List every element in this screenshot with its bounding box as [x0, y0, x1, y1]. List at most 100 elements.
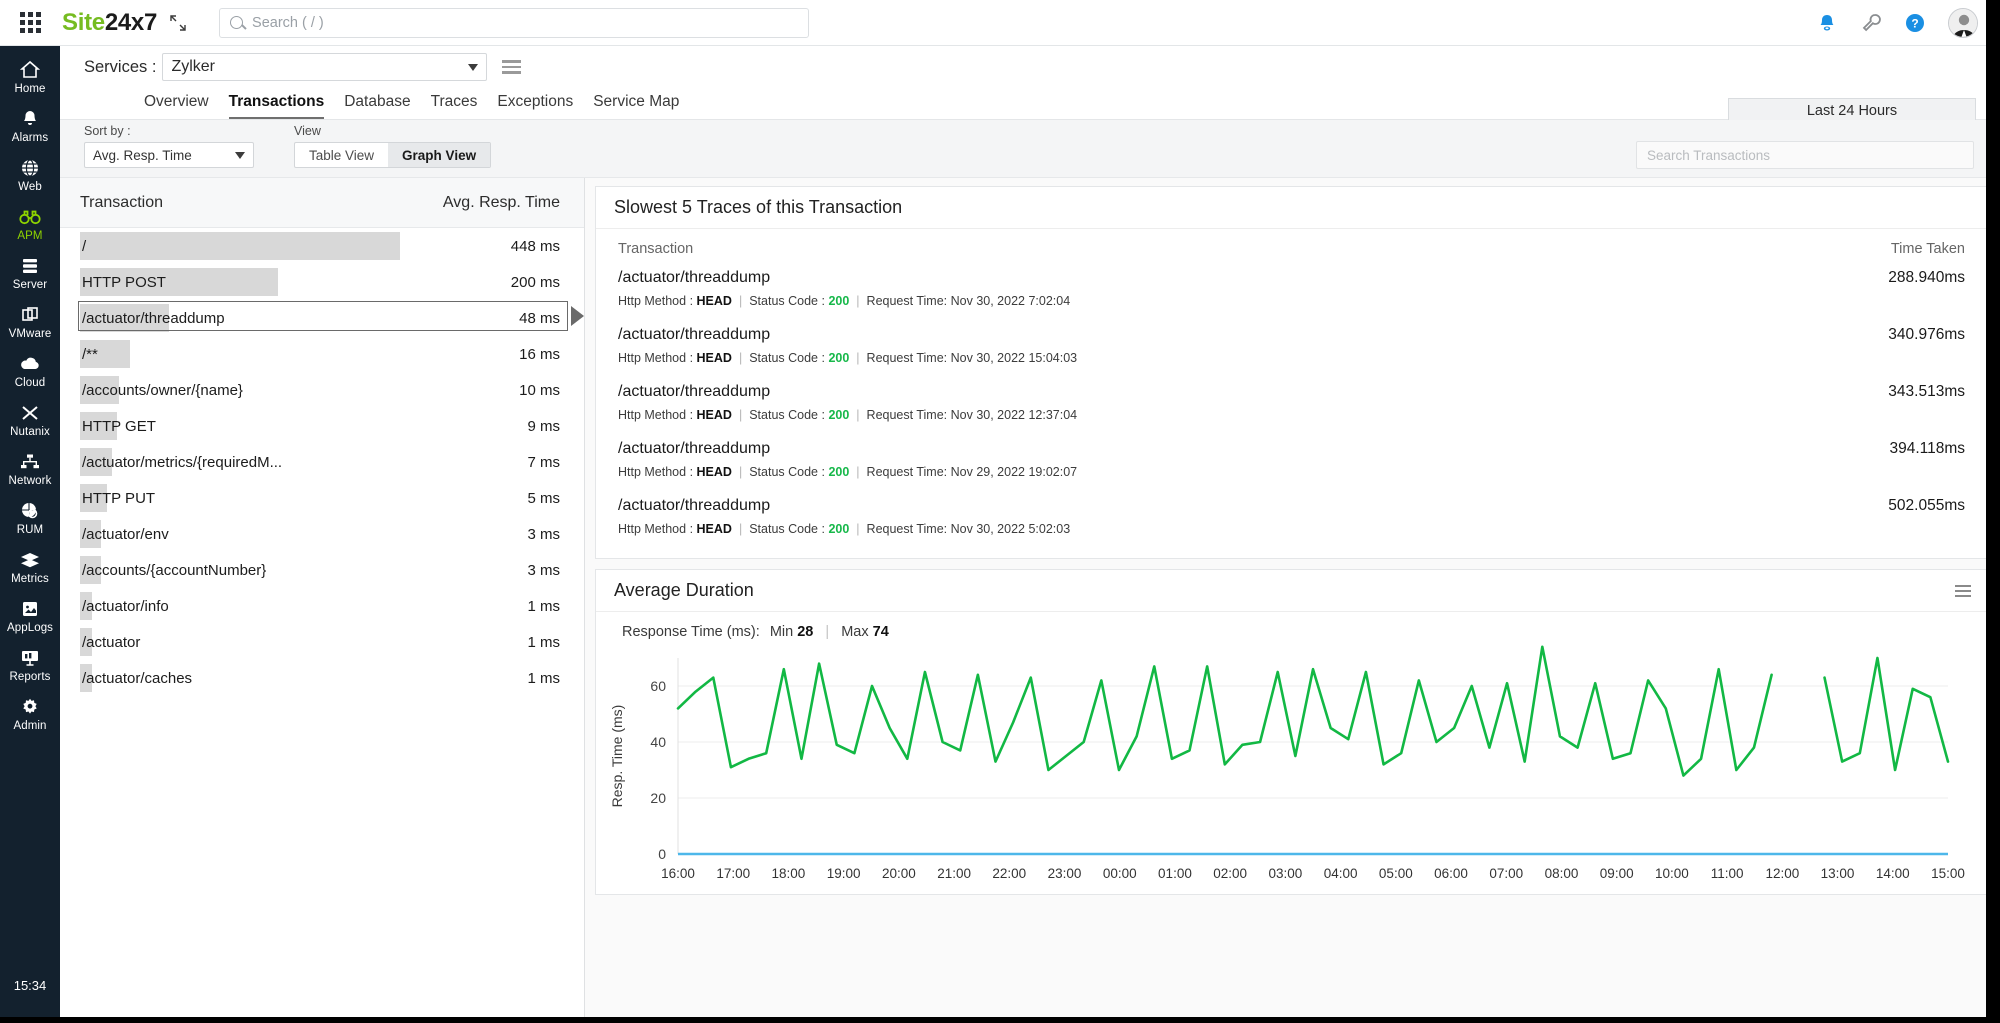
trace-method-value: HEAD: [697, 351, 732, 365]
transaction-row[interactable]: /448 ms: [60, 228, 584, 264]
chart-x-tick: 23:00: [1048, 866, 1082, 881]
transaction-value: 7 ms: [527, 454, 560, 471]
transactions-header: Transaction Avg. Resp. Time: [60, 178, 584, 228]
trace-name[interactable]: /actuator/threaddump: [618, 440, 770, 458]
trace-row[interactable]: /actuator/threaddump288.940msHttp Method…: [596, 259, 1989, 316]
transaction-row[interactable]: HTTP POST200 ms: [60, 264, 584, 300]
trace-name[interactable]: /actuator/threaddump: [618, 326, 770, 344]
trace-time-taken: 340.976ms: [1888, 326, 1965, 344]
transaction-value: 1 ms: [527, 634, 560, 651]
global-search[interactable]: [219, 8, 809, 38]
trace-row[interactable]: /actuator/threaddump502.055msHttp Method…: [596, 487, 1989, 544]
sidebar-item-nutanix[interactable]: Nutanix: [0, 395, 60, 444]
trace-row[interactable]: /actuator/threaddump343.513msHttp Method…: [596, 373, 1989, 430]
transaction-row[interactable]: /actuator/metrics/{requiredM...7 ms: [60, 444, 584, 480]
tab-bar: Overview Transactions Database Traces Ex…: [60, 88, 2000, 120]
chart-x-tick: 08:00: [1545, 866, 1579, 881]
trace-name[interactable]: /actuator/threaddump: [618, 497, 770, 515]
transaction-row[interactable]: /accounts/owner/{name}10 ms: [60, 372, 584, 408]
chevron-down-icon: [468, 64, 478, 71]
trace-name[interactable]: /actuator/threaddump: [618, 269, 770, 287]
tab-transactions[interactable]: Transactions: [229, 93, 325, 119]
brand-logo[interactable]: Site24x7: [62, 9, 157, 37]
transaction-row[interactable]: /actuator/caches1 ms: [60, 660, 584, 696]
trace-method-value: HEAD: [697, 465, 732, 479]
search-input[interactable]: [252, 15, 798, 31]
trace-status-label: Status Code :: [749, 351, 825, 365]
average-duration-card: Average Duration Response Time (ms): Min…: [595, 569, 1990, 895]
search-transactions-input[interactable]: [1647, 148, 1963, 163]
sidebar-clock: 15:34: [14, 978, 47, 993]
sidebar-item-apm[interactable]: APM: [0, 199, 60, 248]
transaction-row[interactable]: /**16 ms: [60, 336, 584, 372]
tab-overview[interactable]: Overview: [144, 93, 209, 119]
chart-x-tick: 04:00: [1324, 866, 1358, 881]
tab-database[interactable]: Database: [344, 93, 410, 119]
transaction-value: 16 ms: [519, 346, 560, 363]
table-view-button[interactable]: Table View: [295, 143, 388, 167]
windows-overlap-icon: [20, 304, 40, 326]
graph-view-button[interactable]: Graph View: [388, 143, 490, 167]
sidebar-item-alarms[interactable]: Alarms: [0, 101, 60, 150]
transaction-row[interactable]: /actuator/env3 ms: [60, 516, 584, 552]
chart-x-tick: 11:00: [1711, 866, 1744, 881]
transaction-value: 448 ms: [511, 238, 560, 255]
tab-exceptions[interactable]: Exceptions: [497, 93, 573, 119]
transaction-row[interactable]: HTTP PUT5 ms: [60, 480, 584, 516]
chart-x-tick: 00:00: [1103, 866, 1137, 881]
trace-row[interactable]: /actuator/threaddump394.118msHttp Method…: [596, 430, 1989, 487]
network-nodes-icon: [19, 451, 41, 473]
tab-traces[interactable]: Traces: [431, 93, 478, 119]
notification-bell-icon[interactable]: [1816, 12, 1838, 34]
chart-x-tick: 07:00: [1489, 866, 1523, 881]
app-grid-icon[interactable]: [0, 0, 60, 46]
log-document-icon: [20, 598, 40, 620]
expand-icon[interactable]: [169, 14, 187, 32]
trace-request-label: Request Time:: [867, 408, 948, 422]
sidebar-item-label: Alarms: [12, 132, 48, 144]
transaction-row[interactable]: /actuator/threaddump48 ms: [60, 300, 584, 336]
average-duration-chart[interactable]: 0204060Resp. Time (ms)16:0017:0018:0019:…: [596, 644, 1989, 894]
user-avatar[interactable]: [1948, 8, 1978, 38]
sidebar-item-applogs[interactable]: AppLogs: [0, 591, 60, 640]
transaction-row[interactable]: /actuator/info1 ms: [60, 588, 584, 624]
sidebar-item-rum[interactable]: RUM: [0, 493, 60, 542]
sidebar-item-network[interactable]: Network: [0, 444, 60, 493]
sidebar-item-home[interactable]: Home: [0, 52, 60, 101]
search-transactions[interactable]: [1636, 141, 1974, 169]
sidebar-item-vmware[interactable]: VMware: [0, 297, 60, 346]
trace-status-value: 200: [828, 408, 849, 422]
page-content: Services : Zylker Last 24 Hours 29-Nov-2…: [60, 46, 2000, 1023]
trace-meta: Http Method : HEAD|Status Code : 200|Req…: [618, 408, 1965, 422]
trace-request-value: Nov 30, 2022 5:02:03: [951, 522, 1071, 536]
tab-service-map[interactable]: Service Map: [593, 93, 679, 119]
chart-x-tick: 19:00: [827, 866, 861, 881]
sidebar-item-reports[interactable]: Reports: [0, 640, 60, 689]
trace-row[interactable]: /actuator/threaddump340.976msHttp Method…: [596, 316, 1989, 373]
hamburger-icon[interactable]: [502, 60, 521, 73]
hamburger-icon[interactable]: [1955, 585, 1971, 597]
sidebar-item-server[interactable]: Server: [0, 248, 60, 297]
chart-x-tick: 14:00: [1876, 866, 1910, 881]
transaction-row[interactable]: HTTP GET9 ms: [60, 408, 584, 444]
chart-min-value: 28: [797, 624, 813, 640]
trace-request-value: Nov 30, 2022 12:37:04: [951, 408, 1078, 422]
transactions-col-name: Transaction: [80, 194, 163, 212]
sidebar-item-admin[interactable]: Admin: [0, 689, 60, 738]
transaction-bar: [80, 232, 400, 260]
sort-by-select[interactable]: Avg. Resp. Time: [84, 142, 254, 168]
transaction-row[interactable]: /actuator1 ms: [60, 624, 584, 660]
service-select[interactable]: Zylker: [162, 53, 487, 81]
sidebar-item-cloud[interactable]: Cloud: [0, 346, 60, 395]
sidebar-item-metrics[interactable]: Metrics: [0, 542, 60, 591]
sidebar-item-web[interactable]: Web: [0, 150, 60, 199]
home-icon: [20, 59, 40, 81]
wrench-icon[interactable]: [1860, 12, 1882, 34]
transactions-col-value: Avg. Resp. Time: [443, 194, 560, 212]
sidebar-item-label: VMware: [9, 328, 52, 340]
help-icon[interactable]: ?: [1904, 12, 1926, 34]
trace-meta: Http Method : HEAD|Status Code : 200|Req…: [618, 294, 1965, 308]
trace-name[interactable]: /actuator/threaddump: [618, 383, 770, 401]
transaction-row[interactable]: /accounts/{accountNumber}3 ms: [60, 552, 584, 588]
view-group: View Table View Graph View: [294, 124, 491, 168]
